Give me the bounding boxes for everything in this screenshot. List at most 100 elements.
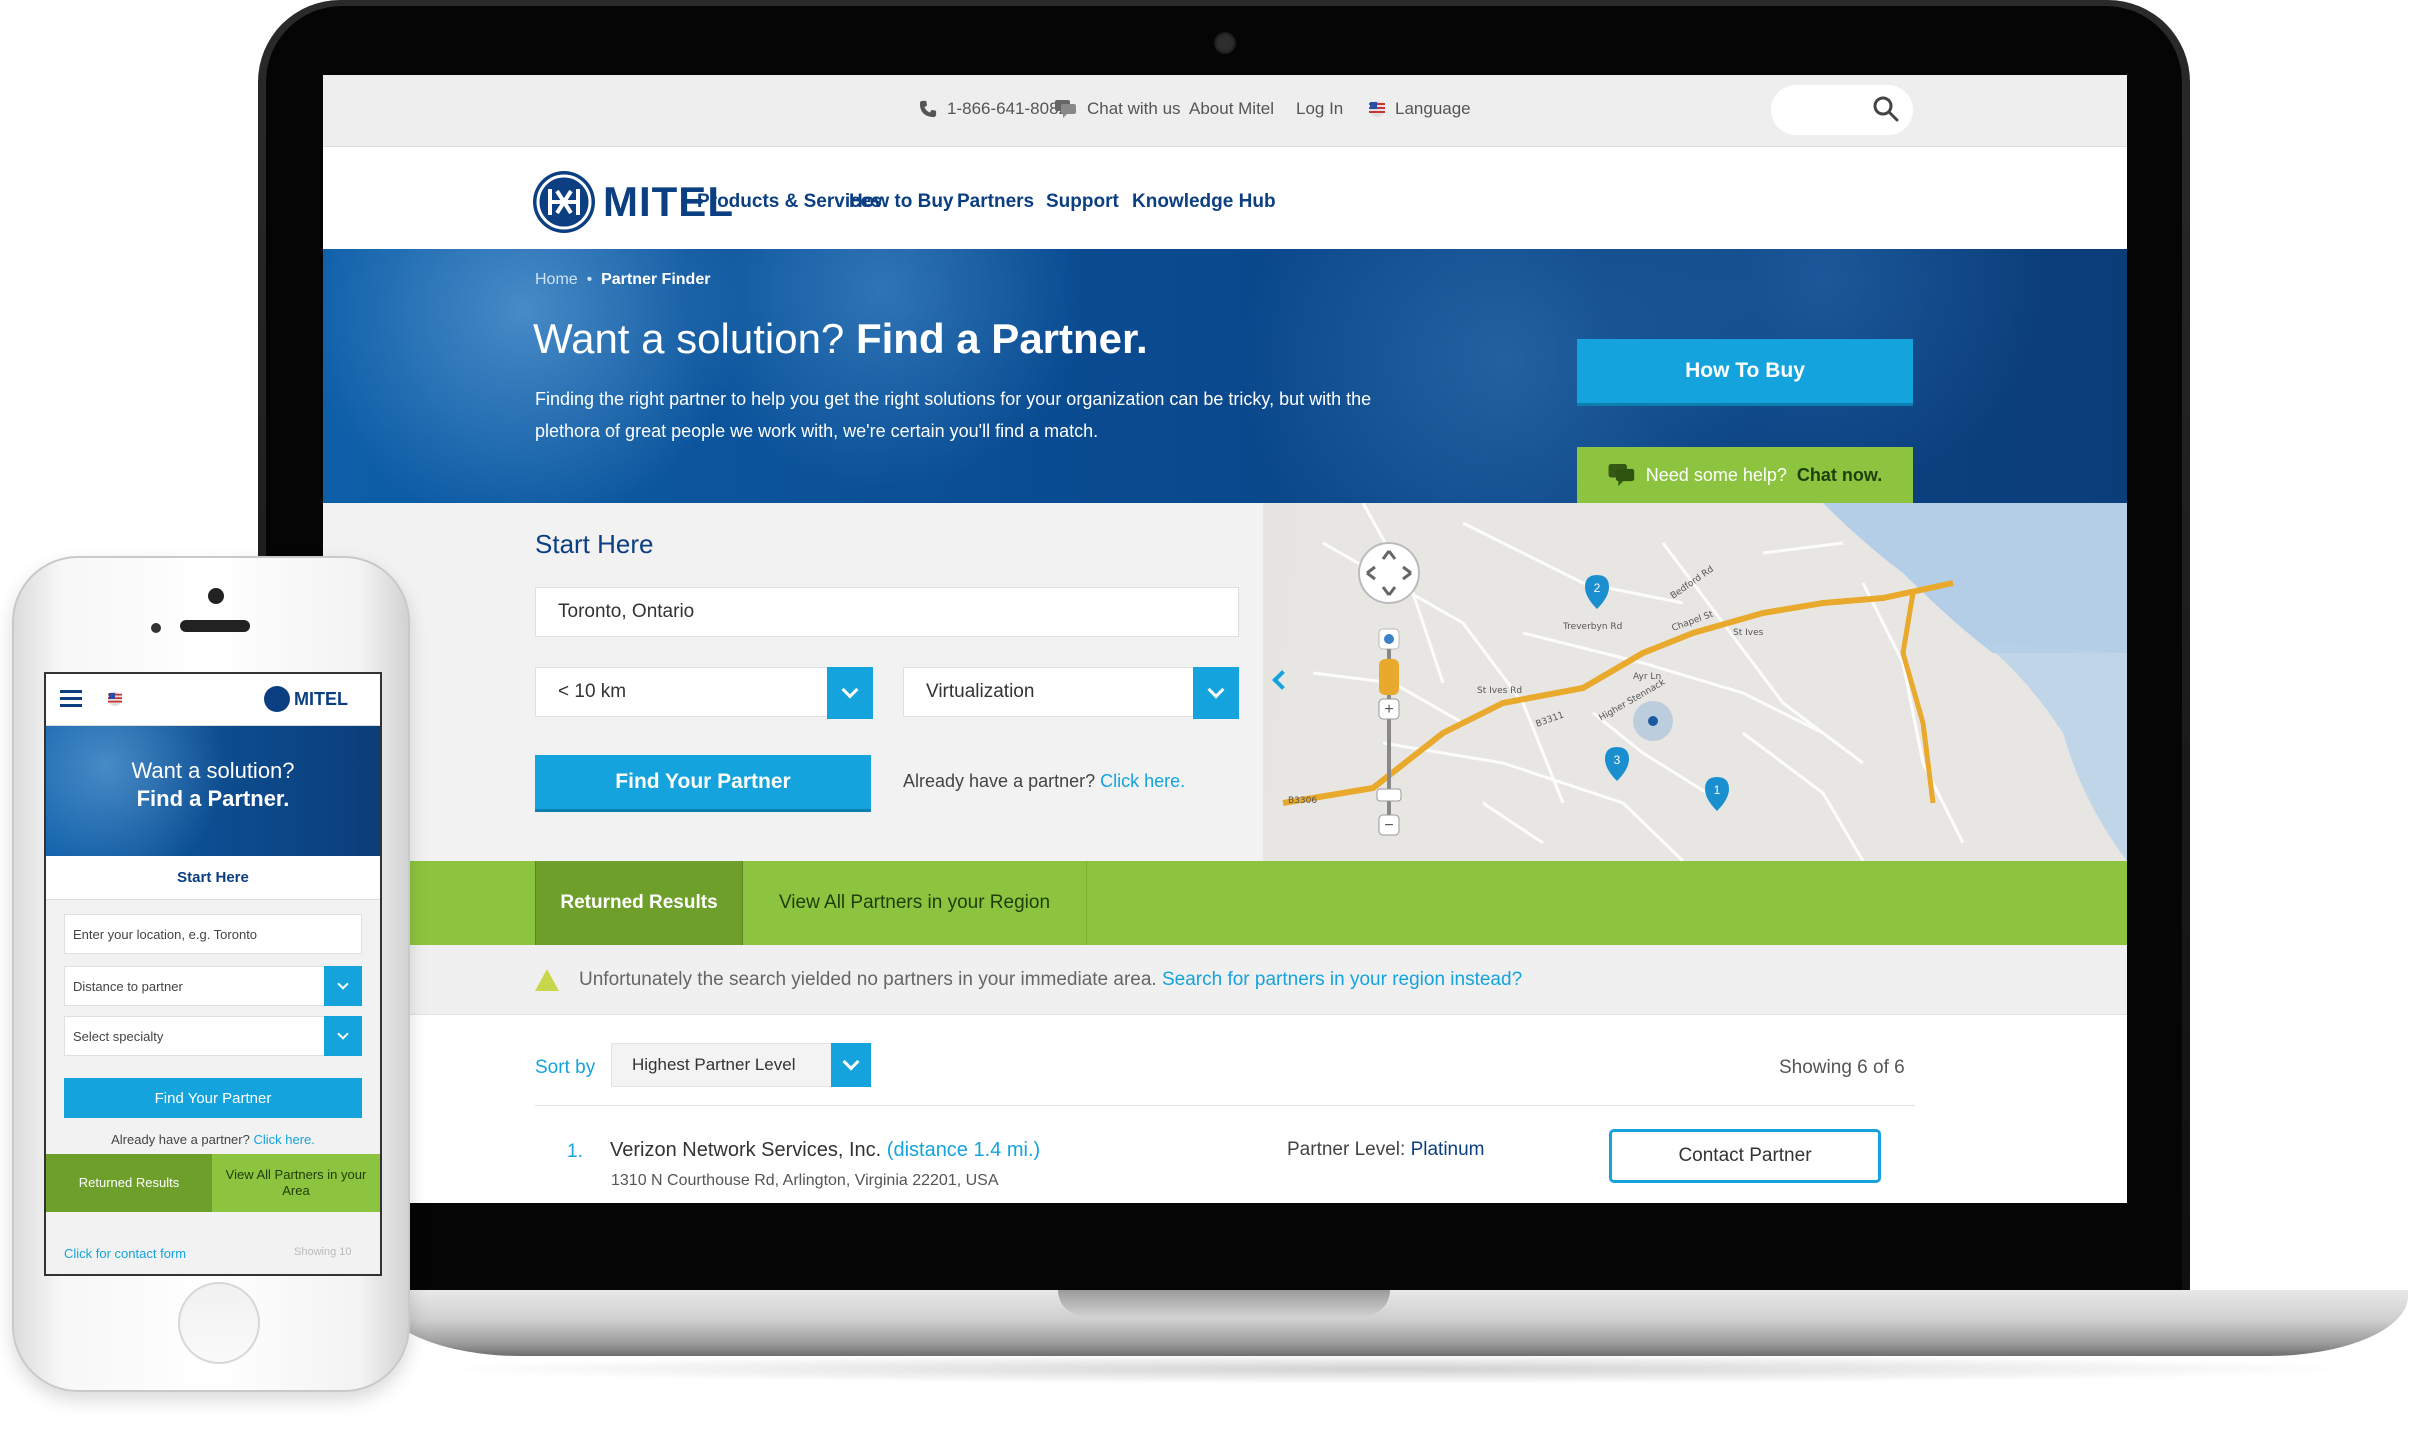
phone-click-here-link[interactable]: Click here.	[253, 1132, 314, 1147]
specialty-value: Virtualization	[926, 681, 1035, 702]
svg-text:St Ives: St Ives	[1733, 628, 1764, 638]
specialty-dropdown-button[interactable]	[1193, 667, 1239, 719]
notice-message-line: Unfortunately the search yielded no part…	[579, 969, 1522, 991]
hamburger-menu-icon[interactable]	[60, 690, 82, 711]
laptop-shadow	[420, 1354, 2370, 1384]
phone-screen: MITEL Want a solution? Find a Partner. S…	[44, 672, 382, 1276]
us-flag-icon	[1369, 101, 1385, 117]
us-flag-icon[interactable]	[108, 692, 122, 706]
tab-view-all-partners[interactable]: View All Partners in your Region	[743, 861, 1087, 945]
phone-logo-text: MITEL	[294, 688, 348, 709]
breadcrumb: Home • Partner Finder	[535, 271, 710, 289]
sort-dropdown-button[interactable]	[831, 1043, 871, 1087]
phone-distance-select[interactable]: Distance to partner	[64, 966, 362, 1006]
specialty-select[interactable]: Virtualization	[903, 667, 1239, 719]
page-title-light: Want a solution?	[533, 315, 845, 362]
phone-home-button[interactable]	[178, 1282, 260, 1364]
phone-contact-form-link[interactable]: Click for contact form	[64, 1246, 186, 1261]
chat-help-button[interactable]: Need some help? Chat now.	[1577, 447, 1913, 503]
phone-tab-view-all[interactable]: View All Partners in your Area	[212, 1154, 380, 1212]
phone-distance-placeholder: Distance to partner	[73, 978, 183, 994]
about-label: About Mitel	[1189, 99, 1275, 118]
mitel-logo-mark	[264, 686, 290, 712]
chat-now-link[interactable]: Chat now.	[1797, 465, 1882, 486]
region-search-link[interactable]: Search for partners in your region inste…	[1162, 969, 1522, 990]
phone-hero-line1: Want a solution?	[131, 758, 295, 783]
distance-select[interactable]: < 10 km	[535, 667, 873, 719]
camera-icon	[1214, 32, 1236, 54]
search-input[interactable]	[1771, 85, 1913, 135]
chevron-down-icon	[1207, 681, 1225, 699]
nav-support[interactable]: Support	[1046, 191, 1119, 213]
phone-specialty-select[interactable]: Select specialty	[64, 1016, 362, 1056]
phone-header: MITEL	[46, 674, 380, 726]
result-number: 1.	[567, 1141, 583, 1162]
partner-level-label: Partner Level:	[1287, 1139, 1406, 1160]
find-partner-button[interactable]: Find Your Partner	[535, 755, 871, 809]
language-selector[interactable]: Language	[1369, 99, 1471, 119]
phone-showing-count: Showing 10	[294, 1246, 352, 1258]
street-view-pegman-icon	[1379, 659, 1399, 695]
partner-search-panel: Start Here Toronto, Ontario < 10 km Virt…	[323, 503, 2127, 861]
results-list: Sort by Highest Partner Level Showing 6 …	[323, 1015, 2127, 1203]
location-input[interactable]: Toronto, Ontario	[535, 587, 1239, 637]
distance-dropdown-button[interactable]	[827, 667, 873, 719]
laptop-notch	[1058, 1290, 1390, 1316]
partner-level: Partner Level: Platinum	[1287, 1139, 1485, 1161]
divider	[535, 1105, 1915, 1106]
phone-find-partner-button[interactable]: Find Your Partner	[64, 1078, 362, 1118]
phone-specialty-placeholder: Select specialty	[73, 1028, 164, 1044]
phone-mitel-logo[interactable]: MITEL	[264, 686, 348, 712]
chat-label: Chat with us	[1087, 99, 1181, 118]
chat-bubble-icon	[1608, 464, 1635, 486]
search-icon[interactable]	[1873, 96, 1899, 122]
result-distance[interactable]: (distance 1.4 mi.)	[887, 1139, 1040, 1161]
nav-knowledge-hub[interactable]: Knowledge Hub	[1132, 191, 1276, 213]
result-name[interactable]: Verizon Network Services, Inc.	[610, 1139, 881, 1161]
mitel-logo-mark	[533, 171, 595, 233]
partner-map[interactable]: Chapel St St Ives St Ives Rd B3306 B3311…	[1263, 503, 2127, 861]
map-pan-control[interactable]	[1359, 543, 1419, 603]
already-have-partner: Already have a partner? Click here.	[903, 771, 1185, 792]
start-here-heading: Start Here	[535, 529, 654, 559]
about-link[interactable]: About Mitel	[1189, 99, 1274, 119]
warning-icon	[535, 969, 559, 991]
no-results-notice: Unfortunately the search yielded no part…	[323, 945, 2127, 1015]
chat-link[interactable]: Chat with us	[1055, 99, 1181, 119]
utility-bar: 1-866-641-8082 Chat with us About Mitel …	[323, 75, 2127, 147]
language-label: Language	[1395, 99, 1471, 118]
help-prefix: Need some help?	[1645, 464, 1787, 485]
phone-link[interactable]: 1-866-641-8082	[919, 99, 1068, 119]
svg-text:Ayr Ln: Ayr Ln	[1633, 672, 1661, 682]
chevron-down-icon	[337, 978, 349, 990]
results-count: Showing 6 of 6	[1779, 1057, 1905, 1078]
tab-returned-results[interactable]: Returned Results	[535, 861, 743, 945]
phone-tab-returned-results[interactable]: Returned Results	[46, 1154, 212, 1212]
phone-number: 1-866-641-8082	[947, 99, 1068, 118]
nav-how-to-buy[interactable]: How to Buy	[849, 191, 954, 213]
phone-frame: MITEL Want a solution? Find a Partner. S…	[12, 556, 410, 1392]
map-marker-label: 3	[1614, 753, 1621, 767]
nav-partners[interactable]: Partners	[957, 191, 1034, 213]
phone-camera-icon	[208, 588, 224, 604]
breadcrumb-home[interactable]: Home	[535, 271, 578, 288]
chat-bubble-icon	[1055, 100, 1076, 118]
svg-text:+: +	[1384, 701, 1393, 718]
how-to-buy-button[interactable]: How To Buy	[1577, 339, 1913, 403]
click-here-link[interactable]: Click here.	[1100, 771, 1185, 791]
chevron-down-icon	[337, 1028, 349, 1040]
phone-results-tabs: Returned Results View All Partners in yo…	[46, 1154, 380, 1212]
phone-location-input[interactable]: Enter your location, e.g. Toronto	[64, 914, 362, 954]
phone-speaker	[180, 620, 250, 632]
phone-specialty-dropdown[interactable]	[324, 1016, 362, 1056]
chevron-down-icon	[841, 681, 859, 699]
results-tabs: Returned Results View All Partners in yo…	[323, 861, 2127, 945]
result-address: 1310 N Courthouse Rd, Arlington, Virgini…	[611, 1172, 999, 1189]
sort-select[interactable]: Highest Partner Level	[611, 1043, 871, 1087]
phone-distance-dropdown[interactable]	[324, 966, 362, 1006]
contact-partner-button[interactable]: Contact Partner	[1609, 1129, 1881, 1183]
chevron-down-icon	[842, 1053, 860, 1071]
phone-already-text: Already have a partner?	[111, 1132, 250, 1147]
phone-start-here: Start Here	[46, 856, 380, 900]
login-link[interactable]: Log In	[1296, 99, 1343, 119]
